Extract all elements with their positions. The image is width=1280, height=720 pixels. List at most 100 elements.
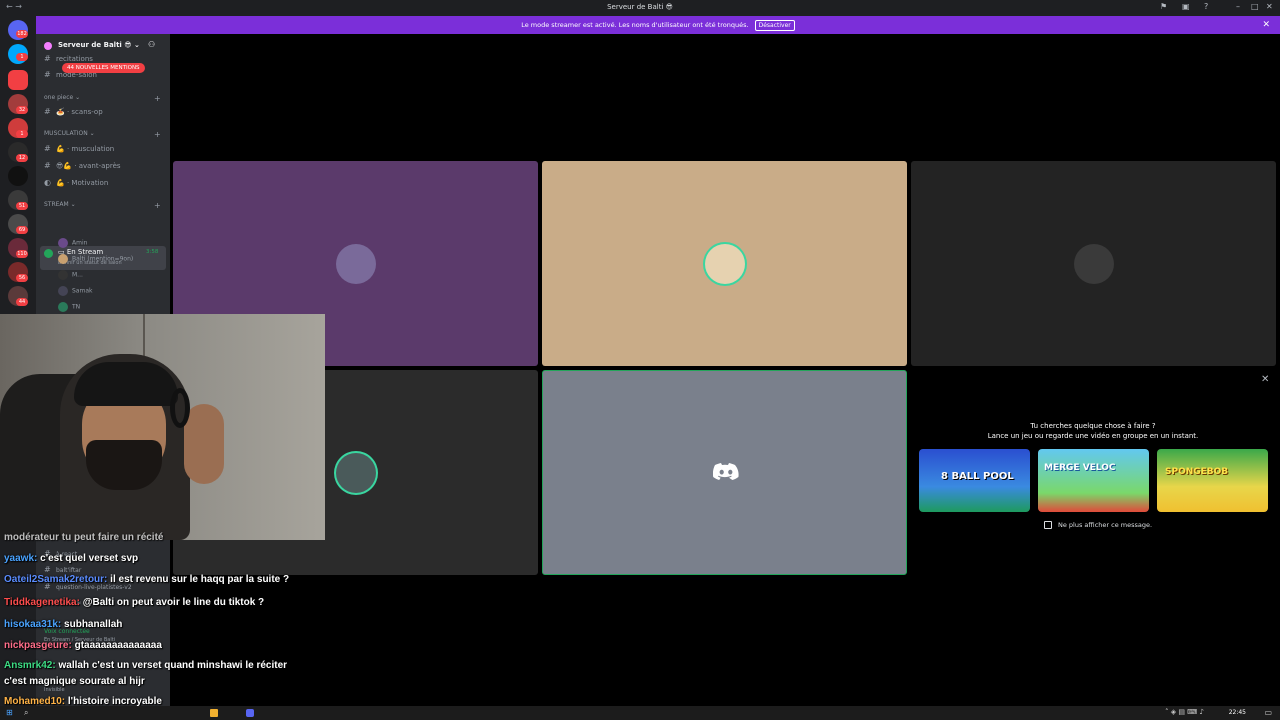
chat-user: hisokaa31k: [4, 619, 62, 630]
voice-user-name: M... [72, 271, 83, 279]
category-one-piece[interactable]: one piece ⌄ + [44, 94, 161, 103]
participant-tile[interactable] [911, 161, 1276, 366]
chat-message: Tiddkagenetika: @Balti on peut avoir le … [4, 597, 264, 608]
chat-message: hisokaa31k: subhanallah [4, 619, 122, 630]
unread-badge: 12 [16, 154, 28, 162]
title-bar: ← → Serveur de Balti 😎 ⚑ ▣ ? – □ ✕ [0, 0, 1280, 16]
add-channel-icon[interactable]: + [154, 130, 161, 139]
dont-show-label: Ne plus afficher ce message. [1058, 521, 1153, 529]
participant-avatar [335, 243, 376, 284]
unread-badge: 32 [16, 106, 28, 114]
maximize-icon[interactable]: □ [1251, 2, 1259, 11]
voice-user-name: Amin [72, 239, 88, 247]
channel-item[interactable]: # 💪 · musculation [44, 144, 114, 153]
help-icon[interactable]: ? [1204, 2, 1208, 11]
chat-message: nickpasgeure: gtaaaaaaaaaaaaaa [4, 640, 162, 651]
game-card-spongebob[interactable]: SPONGEBOB [1157, 449, 1268, 512]
unread-badge: 1 [16, 130, 28, 138]
chat-user: c'est [4, 676, 27, 687]
add-channel-icon[interactable]: + [154, 94, 161, 103]
chat-text: @Balti on peut avoir le line du tiktok ? [82, 597, 265, 608]
server-icon[interactable] [8, 166, 28, 186]
voice-user[interactable]: Samak [58, 286, 92, 296]
channel-item[interactable]: # recitations [44, 54, 93, 63]
participant-avatar [704, 243, 745, 284]
channel-item[interactable]: ◐ 💪 · Motivation [44, 178, 108, 187]
channel-item[interactable]: # 😎💪 · avant-après [44, 161, 121, 170]
participant-avatar [335, 452, 376, 493]
screen-icon[interactable]: ▣ [1182, 2, 1190, 11]
close-promo-icon[interactable]: ✕ [1261, 374, 1269, 385]
streamer-mode-banner: Le mode streamer est activé. Les noms d'… [36, 16, 1280, 34]
chat-text: c'est quel verset svp [40, 553, 139, 564]
server-icon[interactable] [8, 70, 28, 90]
discord-window: ← → Serveur de Balti 😎 ⚑ ▣ ? – □ ✕ Le mo… [0, 0, 1280, 720]
participant-tile-no-avatar[interactable] [542, 370, 907, 575]
dont-show-checkbox[interactable] [1044, 521, 1052, 529]
channel-name: Motivation [71, 179, 109, 187]
new-mentions-pill[interactable]: 44 NOUVELLES MENTIONS [62, 63, 145, 73]
disable-streamer-button[interactable]: Désactiver [754, 19, 795, 31]
chat-text: tu peut faire un récité [61, 532, 164, 543]
discord-taskbar-icon[interactable] [246, 709, 254, 717]
channel-name: musculation [71, 145, 115, 153]
chat-message: Oateil2Samak2retour: il est revenu sur l… [4, 574, 289, 585]
close-banner-icon[interactable]: ✕ [1262, 16, 1270, 34]
chat-message: c'est magnique sourate al hijr [4, 676, 145, 687]
game-title: SPONGEBOB [1165, 467, 1229, 477]
chat-user: nickpasgeure: [4, 640, 72, 651]
channel-name: balt'iftar [56, 567, 82, 574]
channel-name: question-live-platistes-v2 [56, 584, 132, 591]
voice-user[interactable]: M... [58, 270, 83, 280]
unread-badge: 1 [16, 53, 28, 61]
chat-user: Ansmrk42: [4, 660, 56, 671]
live-indicator-icon [44, 249, 53, 258]
chat-user: Oateil2Samak2retour: [4, 574, 108, 585]
game-card-8ball[interactable]: 8 BALL POOL [919, 449, 1030, 512]
unread-badge: 51 [16, 202, 28, 210]
tray-icons[interactable]: ˄ ◈ ▤ ⌨ ♪ [1165, 708, 1204, 716]
app-icon[interactable] [210, 709, 218, 717]
chat-text: il est revenu sur le haqq par la suite ? [110, 574, 290, 585]
dont-show-again-option[interactable]: Ne plus afficher ce message. [1044, 521, 1152, 529]
minimize-icon[interactable]: – [1236, 2, 1240, 11]
server-badge-icon [44, 42, 52, 50]
voice-user[interactable]: TN [58, 302, 80, 312]
voice-user[interactable]: Balti (mention=9on) [58, 254, 133, 264]
voice-timer: 3:58 [146, 249, 159, 255]
category-musculation[interactable]: MUSCULATION ⌄ + [44, 130, 161, 139]
chat-message: yaawk: c'est quel verset svp [4, 553, 138, 564]
category-stream[interactable]: STREAM ⌄ + [44, 201, 161, 210]
voice-user-name: Balti (mention=9on) [72, 255, 134, 263]
participant-tile[interactable] [542, 161, 907, 366]
chat-user: modérateur [4, 532, 60, 543]
unread-badge: 56 [16, 274, 28, 282]
promo-line-1: Tu cherches quelque chose à faire ? [1030, 422, 1156, 430]
window-title: Serveur de Balti 😎 [607, 3, 673, 11]
add-channel-icon[interactable]: + [154, 201, 161, 210]
search-icon[interactable]: ⌕ [24, 708, 28, 718]
channel-item[interactable]: # 🍝 · scans-op [44, 107, 103, 116]
channel-item[interactable]: # balt'iftar [44, 565, 81, 574]
game-title: MERGE VELOC [1044, 463, 1116, 473]
game-card-merge[interactable]: MERGE VELOC [1038, 449, 1149, 512]
add-member-icon[interactable]: ⚇ [148, 40, 155, 49]
voice-user-name: TN [72, 303, 81, 311]
taskbar-clock[interactable]: 22:45 [1229, 709, 1246, 716]
windows-taskbar: ⊞ ⌕ ˄ ◈ ▤ ⌨ ♪ 22:45 ▭ [0, 706, 1280, 720]
chat-text: magnique sourate al hijr [29, 676, 145, 687]
channel-name: scans-op [71, 108, 103, 116]
close-window-icon[interactable]: ✕ [1266, 2, 1273, 11]
start-menu-icon[interactable]: ⊞ [6, 708, 13, 717]
chat-message: modérateur tu peut faire un récité [4, 532, 163, 543]
banner-text: Le mode streamer est activé. Les noms d'… [521, 21, 749, 29]
activity-promo-text: Tu cherches quelque chose à faire ? Lanc… [912, 421, 1274, 441]
promo-line-2: Lance un jeu ou regarde une vidéo en gro… [987, 432, 1199, 440]
chat-user: Tiddkagenetika: [4, 597, 80, 608]
notifications-icon[interactable]: ▭ [1264, 708, 1272, 717]
inbox-icon[interactable]: ⚑ [1160, 2, 1167, 11]
channel-name: avant-après [78, 162, 121, 170]
voice-user[interactable]: Amin [58, 238, 87, 248]
chat-message: Ansmrk42: wallah c'est un verset quand m… [4, 660, 287, 671]
unread-badge: 44 [16, 298, 28, 306]
